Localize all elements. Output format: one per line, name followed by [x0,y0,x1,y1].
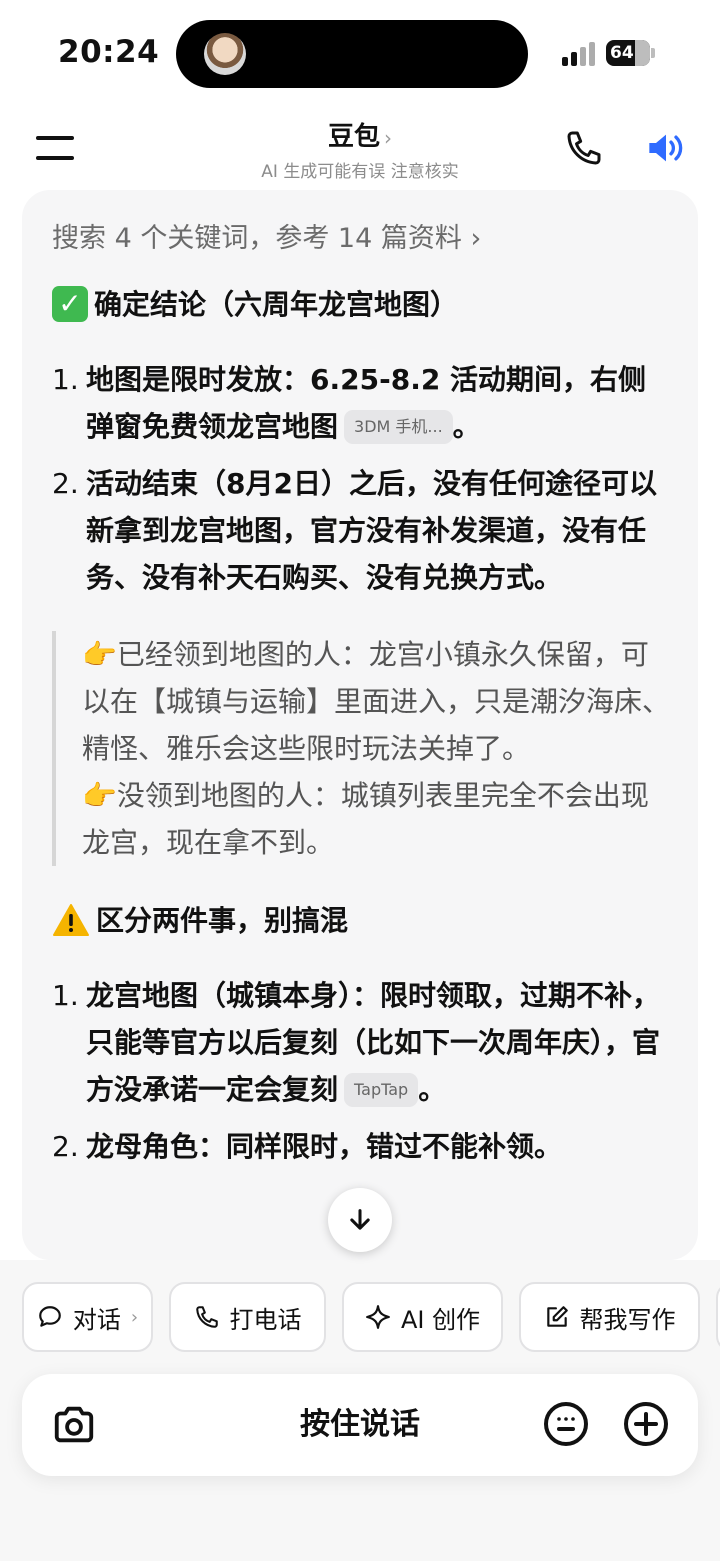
quote-line: 👉没领到地图的人：城镇列表里完全不会出现龙宫，现在拿不到。 [82,772,672,866]
quote-line: 👉已经领到地图的人：龙宫小镇永久保留，可以在【城镇与运输】里面进入，只是潮汐海床… [82,631,672,772]
section-heading: ✓ 确定结论（六周年龙宫地图） [52,282,672,326]
list-item-tail: 。 [418,1073,447,1106]
scroll-down-button[interactable] [328,1188,392,1252]
edit-icon [546,1306,568,1327]
quote-text: 没领到地图的人：城镇列表里完全不会出现龙宫，现在拿不到。 [82,779,649,859]
list-item-text: 龙母角色：同样限时，错过不能补领。 [86,1130,563,1163]
conclusion-list: 1. 地图是限时发放：6.25-8.2 活动期间，右侧弹窗免费领龙宫地图 3DM … [52,356,672,601]
battery-icon: 64 [606,40,650,66]
section-heading-text: 确定结论（六周年龙宫地图） [94,287,459,321]
answer-card: 搜索 4 个关键词，参考 14 篇资料 › ✓ 确定结论（六周年龙宫地图） 1.… [22,190,698,1260]
quote-block: 👉已经领到地图的人：龙宫小镇永久保留，可以在【城镇与运输】里面进入，只是潮汐海床… [52,631,672,866]
bottom-panel: 对话 › 打电话 AI 创作 帮我写作 按住说话 [0,1260,720,1561]
speaker-icon[interactable] [644,128,688,168]
search-summary-link[interactable]: 搜索 4 个关键词，参考 14 篇资料 › [52,216,481,255]
chip-help-write[interactable]: 帮我写作 [519,1282,700,1352]
answer-content: ✓ 确定结论（六周年龙宫地图） 1. 地图是限时发放：6.25-8.2 活动期间… [52,282,672,1180]
chip-label: 对话 [72,1305,121,1334]
chat-bubble-icon [39,1306,61,1327]
chip-label: 打电话 [229,1305,302,1334]
chip-chat[interactable]: 对话 › [22,1282,153,1352]
list-item-number: 1. [52,363,79,396]
chip-more[interactable] [716,1282,720,1352]
battery-level: 64 [610,43,634,63]
warning-icon [52,903,90,937]
voice-input-bar: 按住说话 [22,1374,698,1476]
status-time: 20:24 [58,34,160,70]
section-heading-text: 区分两件事，别搞混 [96,903,349,937]
list-item: 1. 龙宫地图（城镇本身）：限时领取，过期不补，只能等官方以后复刻（比如下一次周… [52,972,672,1113]
distinction-list: 1. 龙宫地图（城镇本身）：限时领取，过期不补，只能等官方以后复刻（比如下一次周… [52,972,672,1170]
signal-icon [562,40,598,66]
status-bar: 20:24 64 [0,0,720,100]
list-item: 2. 龙母角色：同样限时，错过不能补领。 [52,1123,672,1170]
hold-to-talk-button[interactable]: 按住说话 [210,1402,510,1448]
phone-call-icon[interactable] [564,128,604,168]
phone-icon [195,1306,218,1328]
chip-label: AI 创作 [400,1305,481,1334]
list-item: 1. 地图是限时发放：6.25-8.2 活动期间，右侧弹窗免费领龙宫地图 3DM … [52,356,672,450]
list-item: 2. 活动结束（8月2日）之后，没有任何途径可以新拿到龙宫地图，官方没有补发渠道… [52,460,672,601]
header-subtitle: AI 生成可能有误 注意核实 [261,162,459,182]
list-item-number: 2. [52,467,79,500]
arrow-down-icon [350,1209,370,1230]
quick-action-chips: 对话 › 打电话 AI 创作 帮我写作 [22,1282,720,1352]
list-item-number: 1. [52,979,79,1012]
list-item-tail: 。 [452,410,481,443]
chip-phone-call[interactable]: 打电话 [169,1282,326,1352]
page-title: 豆包 [327,122,380,152]
keyboard-icon[interactable] [542,1400,590,1448]
chip-label: 帮我写作 [579,1305,676,1334]
check-mark-icon: ✓ [52,286,88,322]
plus-icon[interactable] [622,1400,670,1448]
chip-chevron-icon: › [130,1306,139,1328]
list-item-text: 活动结束（8月2日）之后，没有任何途径可以新拿到龙宫地图，官方没有补发渠道，没有… [86,467,657,594]
sparkle-icon [366,1305,390,1329]
list-item-number: 2. [52,1130,79,1163]
source-chip[interactable]: 3DM 手机... [344,410,453,444]
dynamic-island[interactable] [176,20,528,88]
header-title-group[interactable]: 豆包 › AI 生成可能有误 注意核实 [200,116,520,182]
pointing-hand-icon: 👉 [82,779,117,812]
quote-text: 已经领到地图的人：龙宫小镇永久保留，可以在【城镇与运输】里面进入，只是潮汐海床、… [82,638,671,765]
camera-icon[interactable] [50,1402,98,1448]
source-chip[interactable]: TapTap [344,1073,419,1107]
chip-ai-create[interactable]: AI 创作 [342,1282,503,1352]
section-heading: 区分两件事，别搞混 [52,898,672,942]
avatar [204,33,246,75]
pointing-hand-icon: 👉 [82,638,117,671]
menu-icon[interactable] [36,136,76,162]
battery-tip [651,48,655,58]
title-chevron-icon: › [384,126,392,150]
